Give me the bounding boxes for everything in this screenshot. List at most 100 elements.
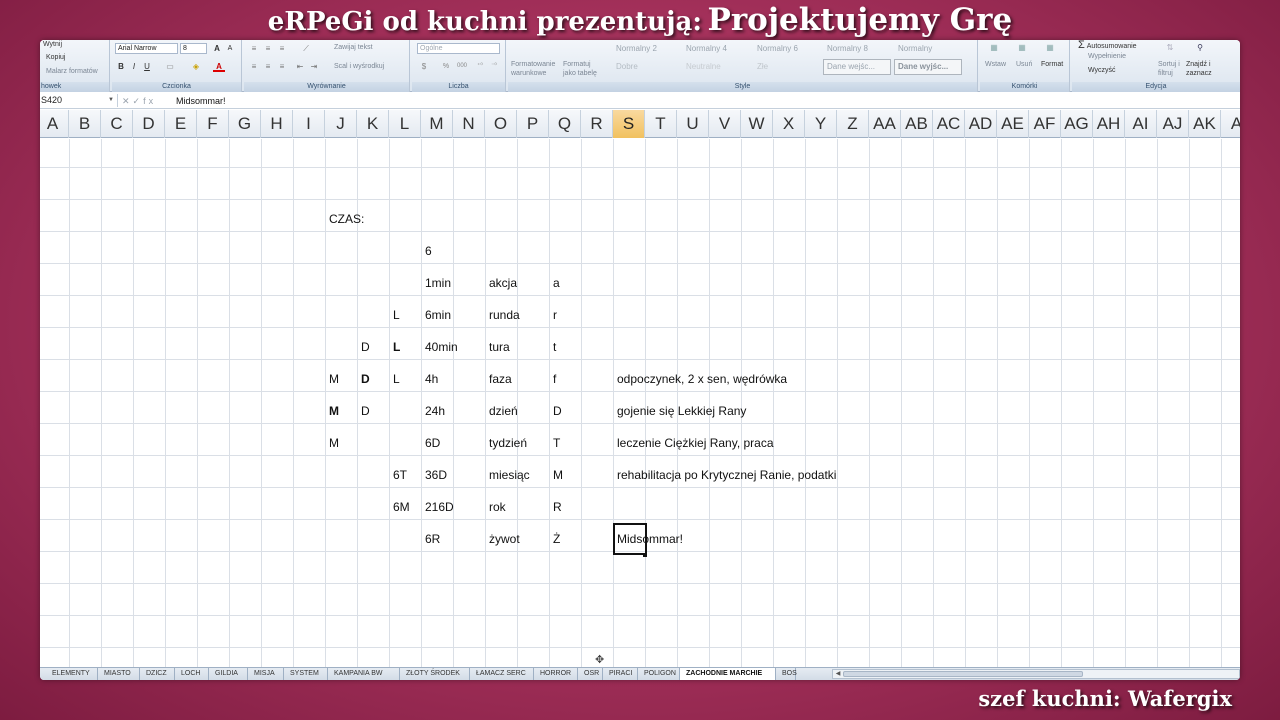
cell-O-6[interactable]: faza — [485, 363, 512, 395]
column-header-f[interactable]: F — [197, 110, 229, 138]
align-left-icon[interactable]: ≡ — [248, 61, 260, 72]
column-header-l[interactable]: L — [389, 110, 421, 138]
style-bad[interactable]: Złe — [753, 59, 821, 75]
cell-M-8[interactable]: 6D — [421, 427, 440, 459]
align-middle-icon[interactable]: ≡ — [262, 43, 274, 54]
column-header-b[interactable]: B — [69, 110, 101, 138]
column-header-h[interactable]: H — [261, 110, 293, 138]
column-header-r[interactable]: R — [581, 110, 613, 138]
sort-filter-icon[interactable]: ⇅ — [1164, 42, 1176, 53]
enter-icon[interactable]: ✓ — [133, 96, 144, 106]
font-size-combo[interactable]: 8 — [180, 43, 207, 54]
active-cell-S[interactable]: Midsommar! — [613, 523, 683, 555]
sheet-tab-łamacz-serc[interactable]: ŁAMACZ SERC — [470, 668, 534, 680]
sort-filter-line1[interactable]: Sortuj i — [1158, 61, 1180, 68]
indent-increase-icon[interactable]: ⇥ — [308, 61, 320, 72]
delete-icon[interactable]: ▦ — [1016, 42, 1028, 53]
align-top-icon[interactable]: ≡ — [248, 43, 260, 54]
cell-M-9[interactable]: 36D — [421, 459, 447, 491]
font-name-combo[interactable]: Arial Narrow — [115, 43, 178, 54]
sheet-tab-elementy[interactable]: ELEMENTY — [46, 668, 98, 680]
cell-K-7[interactable]: D — [357, 395, 370, 427]
cell-S-8[interactable]: leczenie Ciężkiej Rany, praca — [613, 427, 774, 459]
increase-decimal-icon[interactable]: ⁺⁰ — [474, 61, 486, 72]
sheet-tab-złoty-środek[interactable]: ZŁOTY ŚRODEK — [400, 668, 470, 680]
cell-Q-3[interactable]: a — [549, 267, 560, 299]
column-header-d[interactable]: D — [133, 110, 165, 138]
indent-decrease-icon[interactable]: ⇤ — [294, 61, 306, 72]
cell-Q-4[interactable]: r — [549, 299, 557, 331]
fx-icon[interactable]: fx — [143, 96, 156, 106]
cell-M-7[interactable]: 24h — [421, 395, 445, 427]
sort-filter-line2[interactable]: filtruj — [1158, 70, 1173, 77]
cell-S-9[interactable]: rehabilitacja po Krytycznej Ranie, podat… — [613, 459, 836, 491]
cell-Q-10[interactable]: R — [549, 491, 562, 523]
column-header-m[interactable]: M — [421, 110, 453, 138]
cell-Q-7[interactable]: D — [549, 395, 562, 427]
column-header-z[interactable]: Z — [837, 110, 869, 138]
cell-M-11[interactable]: 6R — [421, 523, 440, 555]
column-header-k[interactable]: K — [357, 110, 389, 138]
number-format-combo[interactable]: Ogólne — [417, 43, 500, 54]
style-output[interactable]: Dane wyjśc... — [894, 59, 962, 75]
format-as-table-line2[interactable]: jako tabelę — [563, 70, 597, 77]
percent-button[interactable]: % — [440, 61, 452, 72]
column-header-ag[interactable]: AG — [1061, 110, 1093, 138]
insert-button[interactable]: Wstaw — [985, 61, 1006, 68]
column-header-ac[interactable]: AC — [933, 110, 965, 138]
cell-M-10[interactable]: 216D — [421, 491, 454, 523]
style-input[interactable]: Dane wejśc... — [823, 59, 891, 75]
cell-O-5[interactable]: tura — [485, 331, 510, 363]
cell-grid[interactable]: CZAS: 6 1min akcja a L 6min runda r D L … — [40, 139, 1240, 667]
cell-Q-6[interactable]: f — [549, 363, 556, 395]
delete-button[interactable]: Usuń — [1016, 61, 1032, 68]
autosum-button[interactable]: Σ Autosumowanie — [1078, 40, 1137, 51]
scroll-left-icon[interactable]: ◀ — [833, 670, 843, 678]
sheet-tab-loch[interactable]: LOCH — [175, 668, 209, 680]
column-header-e[interactable]: E — [165, 110, 197, 138]
cell-M-6[interactable]: 4h — [421, 363, 438, 395]
column-header-aa[interactable]: AA — [869, 110, 901, 138]
column-header-a[interactable]: A — [40, 110, 69, 138]
column-header-ab[interactable]: AB — [901, 110, 933, 138]
sheet-tab-bos[interactable]: BOS — [776, 668, 797, 680]
cell-K-6[interactable]: D — [357, 363, 370, 395]
column-header-g[interactable]: G — [229, 110, 261, 138]
cancel-icon[interactable]: ✕ — [122, 96, 133, 106]
column-header-o[interactable]: O — [485, 110, 517, 138]
horizontal-scrollbar[interactable]: ◀ — [832, 669, 1240, 679]
column-header-t[interactable]: T — [645, 110, 677, 138]
name-box-dropdown-icon[interactable]: ▼ — [108, 94, 114, 107]
column-header-v[interactable]: V — [709, 110, 741, 138]
cell-M-5[interactable]: 40min — [421, 331, 458, 363]
underline-button[interactable]: U — [141, 61, 153, 72]
cell-S-6[interactable]: odpoczynek, 2 x sen, wędrówka — [613, 363, 787, 395]
currency-icon[interactable]: $ — [418, 61, 430, 72]
conditional-format-line1[interactable]: Formatowanie — [511, 61, 555, 68]
column-header-ad[interactable]: AD — [965, 110, 997, 138]
cell-M-3[interactable]: 1min — [421, 267, 451, 299]
merge-center-button[interactable]: Scal i wyśrodkuj — [334, 63, 384, 70]
wrap-text-button[interactable]: Zawijaj tekst — [334, 44, 373, 51]
name-box[interactable]: S420 ▼ — [40, 94, 118, 107]
cell-Q-8[interactable]: T — [549, 427, 560, 459]
sheet-tab-system[interactable]: SYSTEM — [284, 668, 328, 680]
cell-Q-11[interactable]: Ż — [549, 523, 560, 555]
align-bottom-icon[interactable]: ≡ — [276, 43, 288, 54]
find-binoculars-icon[interactable]: ⚲ — [1194, 42, 1206, 53]
column-header-ai[interactable]: AI — [1125, 110, 1157, 138]
decrease-decimal-icon[interactable]: ⁻⁰ — [488, 61, 500, 72]
cell-M-2[interactable]: 6 — [421, 235, 432, 267]
style-neutral[interactable]: Neutralne — [682, 59, 750, 75]
find-select-line1[interactable]: Znajdź i — [1186, 61, 1211, 68]
grow-font-button[interactable]: A — [211, 43, 223, 54]
cell-L-4[interactable]: L — [389, 299, 400, 331]
cell-S-7[interactable]: gojenie się Lekkiej Rany — [613, 395, 746, 427]
cut-button[interactable]: Wytnij — [43, 41, 62, 48]
column-header-y[interactable]: Y — [805, 110, 837, 138]
sheet-tab-gildia[interactable]: GILDIA — [209, 668, 248, 680]
cell-O-3[interactable]: akcja — [485, 267, 517, 299]
cell-J-7[interactable]: M — [325, 395, 339, 427]
cell-O-9[interactable]: miesiąc — [485, 459, 530, 491]
sheet-tab-kampania-bw[interactable]: KAMPANIA BW — [328, 668, 400, 680]
